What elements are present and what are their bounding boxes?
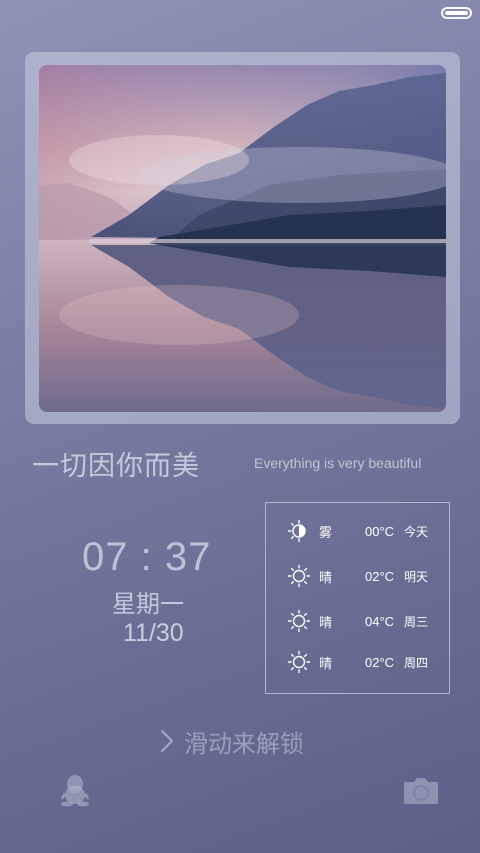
weather-temperature: 02°C [365,654,395,670]
weather-condition: 雾 [319,525,333,541]
battery-level [445,11,468,15]
weather-row: 晴 02°C 周四 [266,650,449,674]
weather-day: 周四 [404,655,429,670]
clock-date: 11/30 [123,619,184,647]
weather-day: 明天 [404,569,429,584]
unlock-label: 滑动来解锁 [184,729,304,758]
chevron-right-icon [161,730,173,752]
weather-condition: 晴 [319,656,333,672]
sun-icon [287,650,311,674]
weather-row: 雾 00°C 今天 [266,519,449,543]
weather-condition: 晴 [319,615,333,631]
weather-temperature: 02°C [365,568,395,584]
weather-temperature: 00°C [365,523,395,539]
clock-time: 07 : 37 [82,535,212,579]
camera-icon[interactable] [403,775,439,805]
sun-icon [287,609,311,633]
motto-chinese: 一切因你而美 [32,451,200,482]
sun-icon [287,564,311,588]
fog-icon [287,519,306,543]
weather-day: 今天 [404,524,429,539]
qq-penguin-icon[interactable] [58,773,92,807]
weather-row: 晴 04°C 周三 [266,609,449,633]
weather-condition: 晴 [319,570,333,586]
weather-day: 周三 [404,614,429,629]
slide-to-unlock[interactable]: 滑动来解锁 [158,724,304,758]
motto-english: Everything is very beautiful [254,455,422,471]
battery-icon [441,7,472,19]
weather-temperature: 04°C [365,613,395,629]
weather-forecast-panel: 雾 00°C 今天 晴 02°C 明天 晴 04°C 周三 晴 02°C 周四 [265,502,450,694]
wallpaper-photo [39,65,446,412]
weather-row: 晴 02°C 明天 [266,564,449,588]
clock-weekday: 星期一 [112,590,184,618]
